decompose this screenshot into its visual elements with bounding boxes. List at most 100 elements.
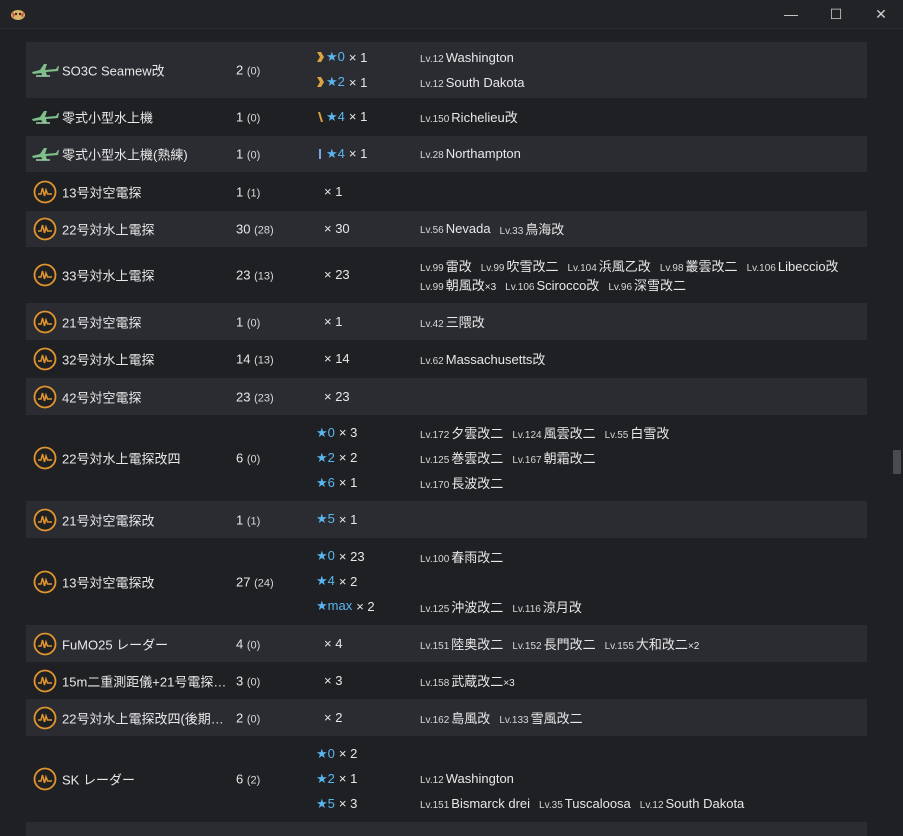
ship-entry[interactable]: Lv.42 三隈改 bbox=[420, 312, 485, 331]
table-row[interactable]: 21号対空電探 1 (0) × 1 Lv.42 三隈改 bbox=[26, 303, 867, 340]
improvement-level: × 1 bbox=[316, 179, 416, 203]
ship-name: 沖波改二 bbox=[451, 599, 504, 615]
ship-list bbox=[420, 569, 870, 593]
ship-name: Washington bbox=[445, 49, 514, 65]
ship-entry[interactable]: Lv.162 島風改 bbox=[420, 708, 490, 727]
star-level: ★0 bbox=[316, 548, 335, 563]
ship-entry[interactable]: Lv.12 Washington bbox=[420, 50, 514, 65]
ship-level: Lv.151 bbox=[420, 640, 450, 652]
ship-list: Lv.172 夕雲改二 Lv.124 風雲改二 Lv.55 白雪改 bbox=[420, 421, 870, 445]
ship-level: Lv.35 bbox=[539, 800, 563, 811]
ship-entry[interactable]: Lv.55 白雪改 bbox=[605, 423, 670, 442]
ship-level: Lv.55 bbox=[604, 430, 629, 441]
ship-entry[interactable]: Lv.99 朝風改×3 bbox=[420, 275, 496, 294]
ship-name: 鳥海改 bbox=[525, 222, 565, 237]
improvement-level: × 2 bbox=[316, 705, 416, 729]
table-row[interactable]: 32号対水上電探 14 (13) × 14 Lv.62 Massachusetts改 bbox=[26, 340, 867, 378]
improvement-line: ★2 × 1 Lv.12 South Dakota bbox=[316, 70, 867, 94]
ship-entry[interactable]: Lv.155 大和改二×2 bbox=[605, 634, 700, 653]
ship-list: Lv.125 沖波改二 Lv.116 涼月改 bbox=[420, 594, 870, 618]
table-row[interactable]: 22号対水上電探改四 6 (0) ★0 × 3 Lv.172 夕雲改二 Lv.124 風雲改二… bbox=[26, 415, 867, 501]
table-row[interactable]: 42号対空電探 23 (23) × 23 bbox=[26, 378, 867, 415]
ship-entry[interactable]: Lv.33 鳥海改 bbox=[500, 219, 565, 238]
count-total: 27 bbox=[236, 574, 251, 589]
improvement-level: × 23 bbox=[316, 384, 416, 408]
table-row[interactable]: 21号対空電探改 1 (1) ★5 × 1 bbox=[26, 501, 867, 538]
maximize-button[interactable]: ☐ bbox=[813, 0, 859, 28]
title-bar: — ☐ ✕ bbox=[0, 0, 903, 29]
ship-name: 武蔵改二 bbox=[451, 673, 504, 689]
ship-entry[interactable]: Lv.125 巻雲改二 bbox=[420, 448, 503, 467]
improvement-line: ★0 × 3 Lv.172 夕雲改二 Lv.124 風雲改二 Lv.55 白雪改 bbox=[316, 421, 867, 445]
improvement-level: ★2 × 1 bbox=[316, 70, 416, 94]
star-level: ★4 bbox=[326, 108, 345, 124]
improvement-level: ★0 × 1 bbox=[316, 45, 416, 69]
ship-entry[interactable]: Lv.172 夕雲改二 bbox=[420, 423, 503, 442]
count-unused: (0) bbox=[246, 639, 261, 651]
table-row[interactable]: 22号対水上電探改四(後期調整型) 2 (0) × 2 Lv.162島風改 Lv.133… bbox=[26, 699, 867, 736]
count-unused: (0) bbox=[246, 65, 261, 78]
table-row[interactable]: 零式小型水上機 1 (0) ★4 × 1 Lv.150 Richelieu改 bbox=[26, 98, 867, 136]
table-row[interactable]: SK レーダー 6 (2) ★0 × 2 ★2 × 1 Lv.12 Washington ★5 ×… bbox=[26, 736, 867, 822]
chevron-icon bbox=[317, 52, 324, 62]
improvement-line: ★4 × 2 bbox=[316, 569, 867, 593]
ship-entry[interactable]: Lv.106 Scirocco改 bbox=[505, 275, 599, 294]
ship-entry[interactable]: Lv.167 朝霜改二 bbox=[512, 448, 595, 467]
ship-name: 雪風改二 bbox=[530, 710, 583, 726]
ship-entry[interactable]: Lv.125 沖波改二 bbox=[420, 597, 503, 616]
ship-entry[interactable]: Lv.62 Massachusetts改 bbox=[420, 349, 545, 368]
ship-entry[interactable]: Lv.151 陸奥改二 bbox=[420, 634, 503, 653]
ship-entry[interactable]: Lv.150 Richelieu改 bbox=[420, 107, 518, 126]
minimize-button[interactable]: — bbox=[768, 0, 814, 28]
table-row[interactable]: FuMO25 レーダー 4 (0) × 4 Lv.151 陸奥改二 Lv.152 長門改二 L… bbox=[26, 625, 867, 662]
quantity: × 1 bbox=[348, 49, 368, 65]
count-unused: (0) bbox=[246, 149, 261, 162]
table-row[interactable]: 13号対空電探 1 (1) × 1 bbox=[26, 172, 867, 211]
ship-name: 巻雲改二 bbox=[451, 451, 504, 466]
equipment-name: 13号対空電探 bbox=[62, 185, 142, 200]
table-row[interactable]: 33号対水上電探 23 (13) × 23 Lv.99 雷改 Lv.99 吹雪改二 Lv.10… bbox=[26, 247, 867, 303]
ship-entry[interactable]: Lv.12 Washington bbox=[420, 771, 514, 786]
ship-level: Lv.12 bbox=[420, 775, 444, 786]
table-row[interactable]: 13号対空電探改 27 (24) ★0 × 23 Lv.100 春雨改二 ★4 × 2 ★max… bbox=[26, 538, 867, 625]
improvement-level: × 14 bbox=[316, 347, 416, 371]
improvement-level: ★2 × 1 bbox=[316, 767, 416, 791]
ship-name: 風雲改二 bbox=[543, 426, 596, 441]
ship-entry[interactable]: Lv.158 武蔵改二×3 bbox=[420, 671, 515, 690]
count-unused: (0) bbox=[246, 317, 261, 329]
ship-entry[interactable]: Lv.124 風雲改二 bbox=[512, 423, 595, 442]
ship-entry[interactable]: Lv.12 South Dakota bbox=[420, 75, 525, 90]
ship-entry[interactable]: Lv.116 涼月改 bbox=[512, 597, 582, 616]
close-button[interactable]: ✕ bbox=[858, 0, 903, 28]
ship-entry[interactable]: Lv.96 深雪改二 bbox=[608, 275, 686, 294]
ship-entry[interactable]: Lv.170 長波改二 bbox=[420, 473, 503, 492]
table-row[interactable]: 零式小型水上機(熟練) 1 (0) ★4 × 1 Lv.28 Northampton bbox=[26, 136, 867, 172]
ship-list: Lv.162 島風改 Lv.133 雪風改二 bbox=[420, 705, 870, 729]
equipment-name: 21号対空電探 bbox=[62, 315, 142, 330]
improvement-level: ★2 × 2 bbox=[316, 446, 416, 470]
ship-entry[interactable]: Lv.35 Tuscaloosa bbox=[539, 796, 631, 811]
ship-entry[interactable]: Lv.56 Nevada bbox=[420, 221, 491, 236]
ship-entry[interactable]: Lv.100 春雨改二 bbox=[420, 547, 503, 566]
scrollbar-thumb[interactable] bbox=[893, 450, 901, 474]
table-row[interactable]: SO3C Seamew改 2 (0) ★0 × 1 Lv.12 Washington ★2 ×… bbox=[26, 42, 867, 98]
table-row[interactable]: 22号対水上電探 30 (28) × 30 Lv.56 Nevada Lv.33 鳥海改 bbox=[26, 211, 867, 247]
ship-entry[interactable]: Lv.133 雪風改二 bbox=[499, 708, 582, 727]
equipment-list-panel[interactable]: SO3C Seamew改 2 (0) ★0 × 1 Lv.12 Washington ★2 ×… bbox=[0, 29, 903, 836]
ship-level: Lv.28 bbox=[420, 150, 444, 161]
ship-entry[interactable]: Lv.12 South Dakota bbox=[640, 796, 745, 811]
quantity: × 23 bbox=[338, 548, 365, 564]
table-row[interactable] bbox=[26, 822, 867, 836]
ship-level: Lv.116 bbox=[512, 603, 541, 615]
radar-icon bbox=[33, 263, 57, 287]
equipment-count: 1 (0) bbox=[236, 147, 260, 162]
ship-name: Nevada bbox=[445, 221, 491, 236]
table-row[interactable]: 15m二重測距儀+21号電探改二 3 (0) × 3 Lv.158 武蔵改二×3 bbox=[26, 662, 867, 699]
quantity: × 23 bbox=[324, 267, 350, 282]
ship-level: Lv.172 bbox=[420, 430, 450, 441]
ship-entry[interactable]: Lv.151 Bismarck drei bbox=[420, 796, 530, 811]
ship-entry[interactable]: Lv.152 長門改二 bbox=[512, 634, 595, 653]
quantity: × 4 bbox=[324, 635, 343, 651]
ship-entry[interactable]: Lv.28 Northampton bbox=[420, 146, 521, 161]
ship-name: Washington bbox=[445, 771, 514, 786]
